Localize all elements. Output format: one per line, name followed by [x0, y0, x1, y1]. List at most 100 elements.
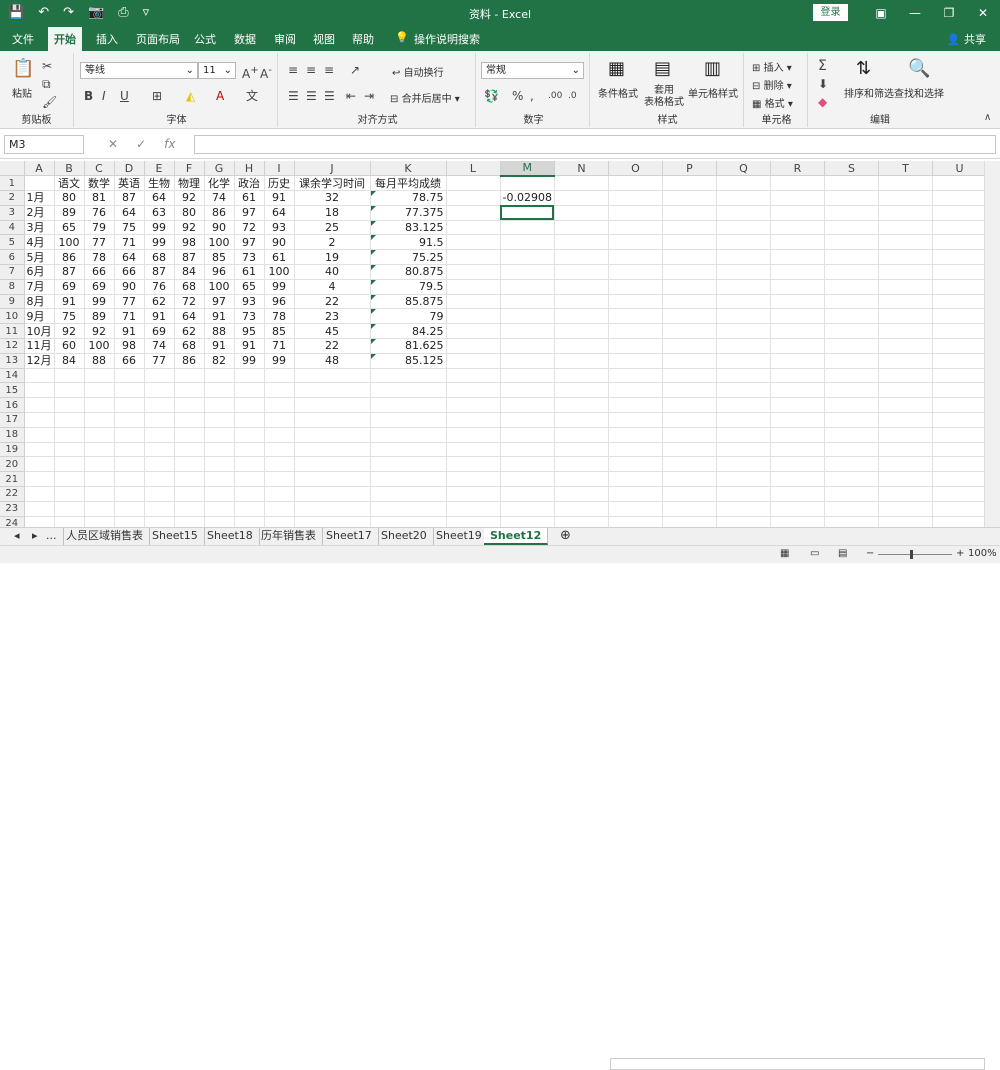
cell-p5[interactable] [662, 234, 717, 251]
cell-l15[interactable] [446, 382, 501, 399]
cell-b1[interactable]: 语文 [54, 175, 85, 192]
clear-icon[interactable]: ◆ [818, 95, 827, 109]
row-header[interactable]: 22 [0, 486, 25, 502]
cell-b18[interactable] [54, 427, 85, 443]
cell-h23[interactable] [234, 501, 265, 517]
cell-t7[interactable] [878, 264, 933, 280]
cell-m14[interactable] [500, 368, 555, 384]
cell-d12[interactable]: 98 [114, 338, 145, 354]
cell-q2[interactable] [716, 190, 771, 206]
cell-k19[interactable] [370, 442, 447, 458]
cut-icon[interactable]: ✂ [42, 59, 52, 73]
cell-p20[interactable] [662, 456, 717, 473]
cell-n2[interactable] [554, 190, 609, 206]
cell-n12[interactable] [554, 338, 609, 354]
column-header-p[interactable]: P [662, 161, 717, 177]
cell-n23[interactable] [554, 501, 609, 517]
cell-q12[interactable] [716, 338, 771, 354]
cell-u14[interactable] [932, 368, 987, 384]
cell-b9[interactable]: 91 [54, 294, 85, 310]
cell-o12[interactable] [608, 338, 663, 354]
cell-d11[interactable]: 91 [114, 323, 145, 340]
cell-u19[interactable] [932, 442, 987, 458]
tab-review[interactable]: 审阅 [274, 31, 296, 47]
column-header-b[interactable]: B [54, 161, 85, 177]
cell-c11[interactable]: 92 [84, 323, 115, 340]
cell-j11[interactable]: 45 [294, 323, 371, 340]
cell-q24[interactable] [716, 516, 771, 527]
cell-j23[interactable] [294, 501, 371, 517]
row-header[interactable]: 9 [0, 294, 25, 310]
cell-a14[interactable] [24, 368, 55, 384]
cell-l1[interactable] [446, 175, 501, 192]
conditional-format-button[interactable]: 条件格式 [598, 85, 638, 100]
row-header[interactable]: 11 [0, 323, 25, 340]
fill-color-icon[interactable]: ◭ [186, 89, 195, 103]
font-color-icon[interactable]: A [216, 89, 224, 103]
cell-e18[interactable] [144, 427, 175, 443]
cell-i8[interactable]: 99 [264, 279, 295, 295]
cell-d3[interactable]: 64 [114, 205, 145, 221]
column-header-m[interactable]: M [500, 161, 555, 177]
cell-n11[interactable] [554, 323, 609, 340]
cell-g9[interactable]: 97 [204, 294, 235, 310]
cell-q11[interactable] [716, 323, 771, 340]
cell-p16[interactable] [662, 397, 717, 414]
cell-b7[interactable]: 87 [54, 264, 85, 280]
cell-a2[interactable]: 1月 [24, 190, 55, 206]
cell-g7[interactable]: 96 [204, 264, 235, 280]
cell-r11[interactable] [770, 323, 825, 340]
cell-j4[interactable]: 25 [294, 220, 371, 236]
find-select-button[interactable]: 查找和选择 [894, 85, 944, 100]
formula-input[interactable] [194, 135, 996, 154]
cell-l22[interactable] [446, 486, 501, 502]
cell-f21[interactable] [174, 471, 205, 488]
row-header[interactable]: 17 [0, 412, 25, 428]
cell-t1[interactable] [878, 175, 933, 192]
cell-u20[interactable] [932, 456, 987, 473]
cell-e10[interactable]: 91 [144, 308, 175, 325]
cell-g15[interactable] [204, 382, 235, 399]
cell-d22[interactable] [114, 486, 145, 502]
row-header[interactable]: 18 [0, 427, 25, 443]
cell-j8[interactable]: 4 [294, 279, 371, 295]
border-icon[interactable]: ⊞ [152, 89, 162, 103]
cell-a21[interactable] [24, 471, 55, 488]
cell-r4[interactable] [770, 220, 825, 236]
cell-d19[interactable] [114, 442, 145, 458]
align-middle-icon[interactable]: ≡ [306, 63, 316, 77]
cell-j17[interactable] [294, 412, 371, 428]
cell-f6[interactable]: 87 [174, 249, 205, 266]
cell-s8[interactable] [824, 279, 879, 295]
cell-f12[interactable]: 68 [174, 338, 205, 354]
cell-s23[interactable] [824, 501, 879, 517]
cell-o6[interactable] [608, 249, 663, 266]
cell-i12[interactable]: 71 [264, 338, 295, 354]
cell-m23[interactable] [500, 501, 555, 517]
cell-q21[interactable] [716, 471, 771, 488]
cell-o19[interactable] [608, 442, 663, 458]
cell-e19[interactable] [144, 442, 175, 458]
page-break-view-icon[interactable]: ▤ [838, 548, 847, 559]
row-header[interactable]: 7 [0, 264, 25, 280]
cell-m12[interactable] [500, 338, 555, 354]
cell-n4[interactable] [554, 220, 609, 236]
cell-c12[interactable]: 100 [84, 338, 115, 354]
zoom-in-icon[interactable]: + [956, 548, 964, 559]
column-header-k[interactable]: K [370, 161, 447, 177]
cell-c10[interactable]: 89 [84, 308, 115, 325]
cell-c24[interactable] [84, 516, 115, 527]
cell-f10[interactable]: 64 [174, 308, 205, 325]
cell-m11[interactable] [500, 323, 555, 340]
underline-icon[interactable]: U [120, 89, 129, 103]
cell-d9[interactable]: 77 [114, 294, 145, 310]
sheet-tab[interactable]: Sheet18 [201, 528, 260, 545]
cell-t9[interactable] [878, 294, 933, 310]
cell-t5[interactable] [878, 234, 933, 251]
cell-g18[interactable] [204, 427, 235, 443]
cell-a17[interactable] [24, 412, 55, 428]
cell-t6[interactable] [878, 249, 933, 266]
cell-j16[interactable] [294, 397, 371, 414]
cell-k6[interactable]: 75.25 [370, 249, 447, 266]
sort-filter-icon[interactable]: ⇅ [856, 59, 871, 79]
